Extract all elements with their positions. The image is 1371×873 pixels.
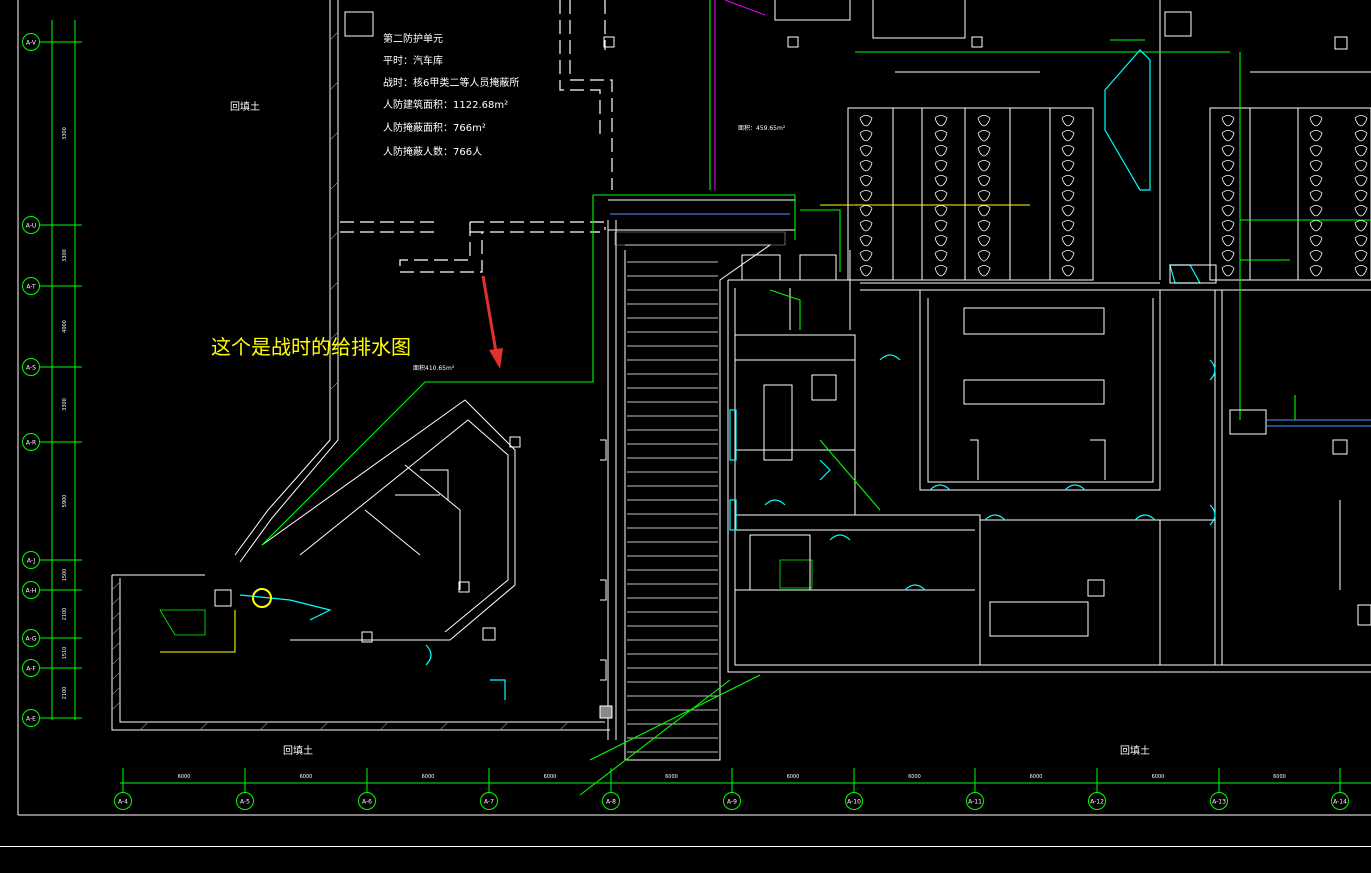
axis-dimension: 3300 bbox=[62, 398, 68, 411]
backfill-label: 回填土 bbox=[283, 744, 313, 757]
axis-bubble-label: A-8 bbox=[606, 799, 616, 806]
axis-dimension: 3300 bbox=[62, 127, 68, 140]
area-label: 面积410.65m² bbox=[413, 364, 455, 372]
axis-bubble-label: A-U bbox=[26, 223, 37, 230]
axis-dimension: 5900 bbox=[62, 495, 68, 508]
axis-bubble-label: A-J bbox=[27, 558, 35, 565]
backfill-label: 回填土 bbox=[230, 100, 260, 113]
axis-bubble-label: A-G bbox=[25, 636, 36, 643]
info-line: 第二防护单元 bbox=[383, 32, 443, 45]
axis-bubble-label: A-14 bbox=[1333, 799, 1347, 806]
backfill-label: 回填土 bbox=[1120, 744, 1150, 757]
axis-bubble-label: A-E bbox=[26, 716, 36, 723]
axis-bubble-label: A-11 bbox=[968, 799, 982, 806]
axis-bubble-label: A-F bbox=[26, 666, 36, 673]
axis-dimension: 6000 bbox=[1152, 774, 1165, 780]
axis-dimension: 4000 bbox=[62, 320, 68, 333]
axis-dimension: 6000 bbox=[300, 774, 313, 780]
axis-bubble-label: A-13 bbox=[1212, 799, 1226, 806]
axis-bubble-label: A-T bbox=[26, 284, 36, 291]
axis-bubble-label: A-S bbox=[26, 365, 36, 372]
axis-bubble-label: A-V bbox=[26, 40, 37, 47]
axis-dimension: 6000 bbox=[665, 774, 678, 780]
axis-dimension: 6000 bbox=[908, 774, 921, 780]
axis-dimension: 6000 bbox=[1273, 774, 1286, 780]
area-label: 面积：459.65m² bbox=[738, 124, 786, 132]
axis-dimension: 6000 bbox=[178, 774, 191, 780]
axis-bubble-label: A-10 bbox=[847, 799, 861, 806]
axis-dimension: 2100 bbox=[62, 687, 68, 700]
axis-dimension: 1500 bbox=[62, 569, 68, 582]
cad-drawing-canvas[interactable]: A-V A-U A-T A-S A-R A-J A-H A-G A-F A-E 3300 3300 4… bbox=[0, 0, 1371, 872]
info-line: 人防掩蔽人数：766人 bbox=[383, 145, 482, 158]
axis-bubble-label: A-H bbox=[26, 588, 37, 595]
info-line: 平时：汽车库 bbox=[383, 54, 443, 67]
axis-dimension: 1510 bbox=[62, 647, 68, 660]
axis-bubble-label: A-4 bbox=[118, 799, 128, 806]
axis-bubble-label: A-9 bbox=[727, 799, 737, 806]
axis-dimension: 6000 bbox=[787, 774, 800, 780]
info-line: 人防建筑面积：1122.68m² bbox=[383, 98, 508, 111]
annotation-text: 这个是战时的给排水图 bbox=[211, 335, 411, 359]
axis-dimension: 6000 bbox=[1030, 774, 1043, 780]
axis-dimension: 6000 bbox=[544, 774, 557, 780]
status-area bbox=[0, 846, 1371, 873]
axis-dimension: 6000 bbox=[422, 774, 435, 780]
info-line: 战时：核6甲类二等人员掩蔽所 bbox=[383, 76, 519, 89]
info-line: 人防掩蔽面积：766m² bbox=[383, 121, 486, 134]
axis-bubble-label: A-5 bbox=[240, 799, 250, 806]
axis-dimension: 3300 bbox=[62, 249, 68, 262]
user-annotation: 这个是战时的给排水图 bbox=[211, 335, 411, 359]
axis-bubble-label: A-R bbox=[26, 440, 36, 447]
axis-bubble-label: A-7 bbox=[484, 799, 494, 806]
axis-bubble-label: A-12 bbox=[1090, 799, 1104, 806]
axis-dimension: 2100 bbox=[62, 608, 68, 621]
axis-bubble-label: A-6 bbox=[362, 799, 372, 806]
